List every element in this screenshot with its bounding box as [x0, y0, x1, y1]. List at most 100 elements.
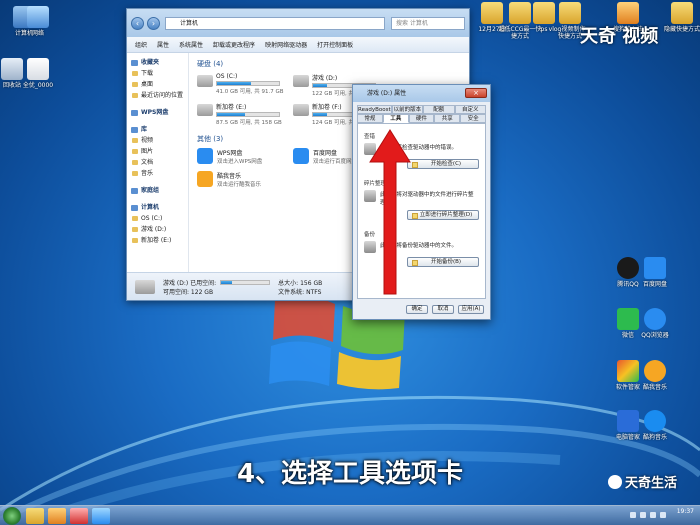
- apply-button[interactable]: 应用(A): [458, 305, 484, 314]
- section-error-checking-title: 查错: [364, 134, 376, 140]
- folder-icon: [671, 2, 693, 24]
- other-item-kuwo[interactable]: 酷我音乐 双击运行酷我音乐: [197, 171, 287, 188]
- system-tray: [630, 512, 666, 518]
- tab-hardware[interactable]: 硬件: [408, 114, 435, 123]
- defrag-icon: [364, 190, 376, 202]
- wps-cloud-icon: [197, 148, 213, 164]
- toolbar-organize[interactable]: 组织: [135, 40, 147, 49]
- close-button[interactable]: ×: [465, 88, 487, 98]
- check-now-button[interactable]: 开始检查(C): [407, 159, 479, 169]
- tab-previous-versions[interactable]: 以前的版本: [391, 105, 424, 114]
- dialog-tabs: ReadyBoost 以前的版本 配额 自定义 常规 工具 硬件 共享 安全: [357, 105, 487, 123]
- kuwo-music-icon: [197, 171, 213, 187]
- drive-item[interactable]: 新加卷 (E:) 87.5 GB 可用, 共 158 GB: [197, 102, 287, 126]
- tab-general[interactable]: 常规: [357, 114, 383, 123]
- watermark-top: 天奇 视频: [580, 26, 659, 47]
- drive-usage-bar: [216, 81, 280, 86]
- desktop-icon-qq-browser[interactable]: QQ浏览器: [633, 308, 677, 339]
- tab-tools[interactable]: 工具: [382, 114, 409, 123]
- backup-icon: [364, 241, 376, 253]
- desktop-icon-baidu-netdisk[interactable]: 百度网盘: [633, 257, 677, 288]
- ok-button[interactable]: 确定: [406, 305, 428, 314]
- tray-icon[interactable]: [630, 512, 636, 518]
- sidebar-item-downloads[interactable]: 下载: [131, 68, 188, 79]
- toolbar-system-properties[interactable]: 系统属性: [179, 40, 203, 49]
- wallpaper-swoosh: [0, 395, 700, 520]
- drive-usage-bar: [216, 112, 280, 117]
- kugou-music-icon: [644, 410, 666, 432]
- tab-quota[interactable]: 配额: [423, 105, 455, 114]
- sidebar-item-drive-e[interactable]: 新加卷 (E:): [131, 235, 188, 246]
- defragment-now-button[interactable]: 立即进行碎片整理(D): [407, 210, 479, 220]
- sidebar-item-drive-d[interactable]: 游戏 (D:): [131, 224, 188, 235]
- sidebar-computer[interactable]: 计算机: [131, 202, 188, 213]
- explorer-toolbar: 组织 属性 系统属性 卸载或更改程序 映射网络驱动器 打开控制面板: [127, 37, 469, 53]
- toolbar-map-network-drive[interactable]: 映射网络驱动器: [265, 40, 307, 49]
- taskbar-clock[interactable]: 19:37: [677, 508, 694, 516]
- tools-panel: 查错 此选项将检查驱动器中的错误。 开始检查(C) 碎片整理 此选项将对驱动器中…: [357, 123, 486, 299]
- sidebar-libraries[interactable]: 库: [131, 124, 188, 135]
- desktop-icon-kugou-music[interactable]: 酷狗音乐: [633, 410, 677, 441]
- forward-button[interactable]: ›: [147, 17, 160, 30]
- tab-security[interactable]: 安全: [460, 114, 486, 123]
- drive-item[interactable]: OS (C:) 41.0 GB 可用, 共 91.7 GB: [197, 73, 287, 97]
- baidu-netdisk-icon: [293, 148, 309, 164]
- network-icon: [27, 6, 49, 28]
- dialog-buttons: 确定 取消 应用(A): [406, 305, 484, 314]
- desktop-icon-file[interactable]: 全优_0000: [16, 58, 60, 89]
- start-button[interactable]: [3, 507, 21, 525]
- sidebar-wps[interactable]: WPS网盘: [131, 107, 188, 118]
- sidebar-item-videos[interactable]: 视频: [131, 135, 188, 146]
- taskbar-app-icon[interactable]: [70, 508, 88, 524]
- kuwo-music-icon: [644, 360, 666, 382]
- hard-drive-icon: [197, 104, 213, 116]
- sidebar-item-desktop[interactable]: 桌面: [131, 79, 188, 90]
- desktop-icon-hidden-shortcut[interactable]: 隐藏快捷方式: [660, 2, 700, 33]
- qq-browser-icon: [644, 308, 666, 330]
- toolbar-uninstall[interactable]: 卸载或更改程序: [213, 40, 255, 49]
- file-icon: [27, 58, 49, 80]
- nav-buttons: ‹ ›: [131, 17, 160, 30]
- drive-properties-dialog[interactable]: 游戏 (D:) 属性 × ReadyBoost 以前的版本 配额 自定义 常规 …: [352, 84, 491, 320]
- taskbar-app-icon[interactable]: [48, 508, 66, 524]
- section-backup-title: 备份: [364, 232, 376, 238]
- tray-icon[interactable]: [660, 512, 666, 518]
- watermark-bottom: 天奇生活: [608, 472, 677, 491]
- sidebar-item-recent[interactable]: 最近访问的位置: [131, 90, 188, 101]
- desktop-icon-kuwo-music[interactable]: 酷我音乐: [633, 360, 677, 391]
- sidebar-item-pictures[interactable]: 图片: [131, 146, 188, 157]
- sidebar-homegroup[interactable]: 家庭组: [131, 185, 188, 196]
- toolbar-control-panel[interactable]: 打开控制面板: [317, 40, 353, 49]
- sidebar-item-music[interactable]: 音乐: [131, 168, 188, 179]
- tray-icon[interactable]: [650, 512, 656, 518]
- sogou-icon: [617, 2, 639, 24]
- tab-customize[interactable]: 自定义: [454, 105, 487, 114]
- tray-icon[interactable]: [640, 512, 646, 518]
- other-item-wps[interactable]: WPS网盘 双击进入WPS网盘: [197, 148, 287, 165]
- toolbar-properties[interactable]: 属性: [157, 40, 169, 49]
- desktop-icon-network[interactable]: 网络: [16, 6, 60, 37]
- check-disk-icon: [364, 143, 376, 155]
- folder-icon: [559, 2, 581, 24]
- cancel-button[interactable]: 取消: [432, 305, 454, 314]
- tab-readyboost[interactable]: ReadyBoost: [357, 105, 392, 114]
- hard-drive-icon: [293, 104, 309, 116]
- hard-drive-icon: [293, 75, 309, 87]
- search-input[interactable]: 搜索 计算机: [391, 17, 465, 30]
- section-defrag-title: 碎片整理: [364, 181, 387, 187]
- taskbar-app-icon[interactable]: [92, 508, 110, 524]
- sidebar-favorites[interactable]: 收藏夹: [131, 57, 188, 68]
- taskbar-explorer-icon[interactable]: [26, 508, 44, 524]
- navigation-pane: 收藏夹 下载 桌面 最近访问的位置 WPS网盘 库 视频 图片 文档 音乐 家庭…: [127, 53, 189, 272]
- hard-drive-icon: [197, 75, 213, 87]
- hard-drive-icon: [135, 279, 155, 294]
- sidebar-item-documents[interactable]: 文档: [131, 157, 188, 168]
- group-hard-drives[interactable]: 硬盘 (4): [197, 59, 469, 69]
- baidu-netdisk-icon: [644, 257, 666, 279]
- backup-now-button[interactable]: 开始备份(B): [407, 257, 479, 267]
- explorer-titlebar[interactable]: ‹ › 计算机 搜索 计算机: [127, 9, 469, 37]
- tab-sharing[interactable]: 共享: [434, 114, 461, 123]
- address-bar[interactable]: 计算机: [165, 17, 385, 30]
- back-button[interactable]: ‹: [131, 17, 144, 30]
- sidebar-item-drive-c[interactable]: OS (C:): [131, 213, 188, 224]
